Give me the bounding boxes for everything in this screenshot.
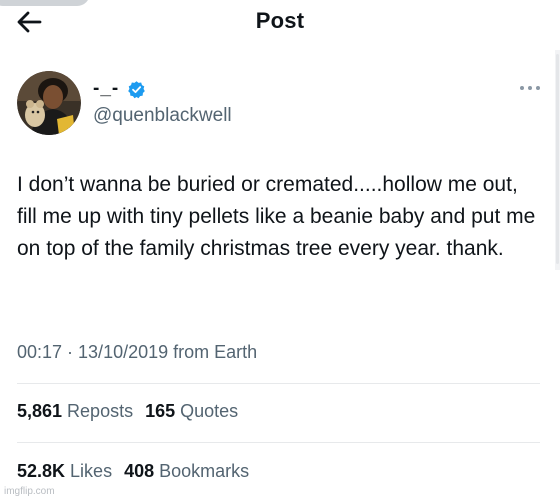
scrollbar-thumb[interactable] — [556, 54, 559, 264]
divider — [17, 442, 540, 443]
author-name-row: -_- — [93, 78, 146, 100]
bookmarks-label: Bookmarks — [159, 461, 250, 481]
reposts-stat[interactable]: 5,861 Reposts — [17, 401, 133, 422]
author-handle[interactable]: @quenblackwell — [93, 105, 232, 127]
reposts-count: 5,861 — [17, 401, 63, 421]
more-options-icon[interactable] — [518, 82, 542, 94]
avatar[interactable] — [17, 71, 81, 135]
post-timestamp[interactable]: 00:17 · 13/10/2019 from Earth — [17, 342, 257, 363]
post-page: Post -_- @quenblackwell I don’t wanna be… — [0, 0, 560, 500]
likes-count: 52.8K — [17, 461, 66, 481]
header-bar: Post — [0, 0, 560, 44]
display-name[interactable]: -_- — [93, 78, 119, 100]
quotes-count: 165 — [145, 401, 176, 421]
divider — [17, 383, 540, 384]
watermark: imgflip.com — [4, 486, 55, 497]
quotes-label: Quotes — [180, 401, 239, 421]
quotes-stat[interactable]: 165 Quotes — [145, 401, 238, 422]
reposts-label: Reposts — [67, 401, 134, 421]
bookmarks-count: 408 — [124, 461, 155, 481]
bookmarks-stat[interactable]: 408 Bookmarks — [124, 461, 249, 482]
post-text: I don’t wanna be buried or cremated.....… — [17, 173, 542, 260]
stats-row-reposts-quotes: 5,861 Reposts 165 Quotes — [17, 401, 250, 422]
likes-label: Likes — [70, 461, 113, 481]
stats-row-likes-bookmarks: 52.8K Likes 408 Bookmarks — [17, 461, 261, 482]
verified-badge-icon — [128, 80, 146, 98]
page-title: Post — [255, 8, 305, 33]
likes-stat[interactable]: 52.8K Likes — [17, 461, 112, 482]
profile-photo-icon — [17, 71, 81, 135]
